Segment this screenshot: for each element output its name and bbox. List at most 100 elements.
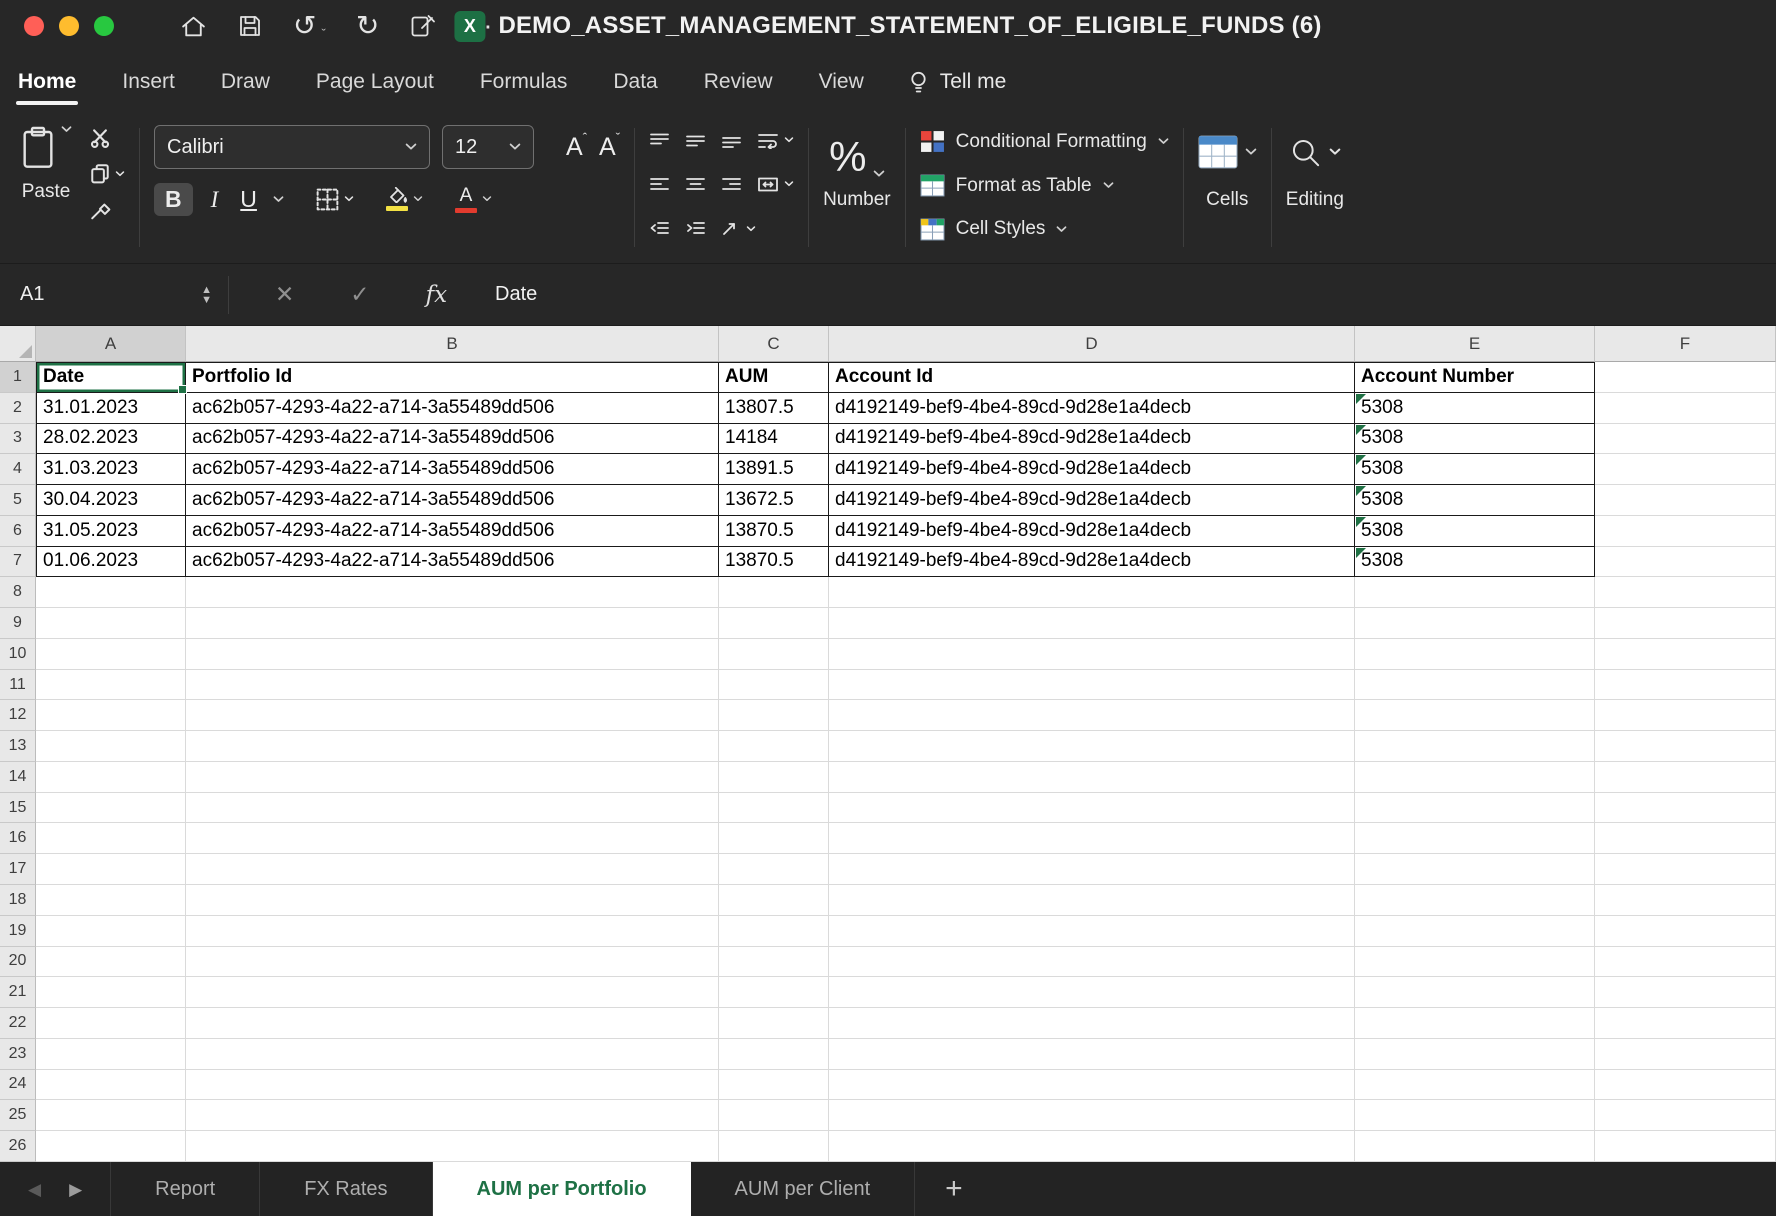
cell-B2[interactable]: ac62b057-4293-4a22-a714-3a55489dd506 <box>186 393 719 424</box>
cell-F2[interactable] <box>1595 393 1776 424</box>
cell-D15[interactable] <box>829 793 1355 824</box>
row-header-20[interactable]: 20 <box>0 947 36 978</box>
row-header-21[interactable]: 21 <box>0 977 36 1008</box>
sheet-tab-fx-rates[interactable]: FX Rates <box>260 1162 432 1216</box>
cell-F10[interactable] <box>1595 639 1776 670</box>
ribbon-tab-data[interactable]: Data <box>611 52 659 112</box>
minimize-window-button[interactable] <box>59 16 79 36</box>
cancel-entry-button[interactable]: ✕ <box>275 281 294 308</box>
cell-E6[interactable]: 5308 <box>1355 516 1595 547</box>
home-icon[interactable] <box>180 13 207 40</box>
zoom-window-button[interactable] <box>94 16 114 36</box>
accept-entry-button[interactable]: ✓ <box>350 281 369 308</box>
cell-A16[interactable] <box>36 823 186 854</box>
paste-button[interactable]: Paste <box>20 124 72 203</box>
column-header-C[interactable]: C <box>719 326 829 362</box>
decrease-indent-button[interactable] <box>649 220 670 237</box>
ribbon-tab-page-layout[interactable]: Page Layout <box>314 52 436 112</box>
cell-F20[interactable] <box>1595 947 1776 978</box>
borders-button[interactable] <box>316 188 354 211</box>
cell-F19[interactable] <box>1595 916 1776 947</box>
align-left-button[interactable] <box>649 176 670 193</box>
cell-A17[interactable] <box>36 854 186 885</box>
wrap-text-button[interactable] <box>757 132 794 149</box>
cell-E13[interactable] <box>1355 731 1595 762</box>
sheet-tab-aum-per-client[interactable]: AUM per Client <box>691 1162 916 1216</box>
cell-C18[interactable] <box>719 885 829 916</box>
cell-D13[interactable] <box>829 731 1355 762</box>
cell-B8[interactable] <box>186 577 719 608</box>
cell-C17[interactable] <box>719 854 829 885</box>
column-header-A[interactable]: A <box>36 326 186 362</box>
font-size-select[interactable]: 12 <box>442 125 534 169</box>
row-header-9[interactable]: 9 <box>0 608 36 639</box>
row-header-24[interactable]: 24 <box>0 1070 36 1101</box>
cell-B13[interactable] <box>186 731 719 762</box>
row-header-25[interactable]: 25 <box>0 1100 36 1131</box>
cell-D20[interactable] <box>829 947 1355 978</box>
cell-E14[interactable] <box>1355 762 1595 793</box>
cell-D3[interactable]: d4192149-bef9-4be4-89cd-9d28e1a4decb <box>829 424 1355 455</box>
cell-B17[interactable] <box>186 854 719 885</box>
cell-E21[interactable] <box>1355 977 1595 1008</box>
cell-D8[interactable] <box>829 577 1355 608</box>
cell-B19[interactable] <box>186 916 719 947</box>
cell-F13[interactable] <box>1595 731 1776 762</box>
row-header-16[interactable]: 16 <box>0 823 36 854</box>
fill-color-button[interactable] <box>386 187 423 211</box>
column-header-B[interactable]: B <box>186 326 719 362</box>
cell-F1[interactable] <box>1595 362 1776 393</box>
cell-A1[interactable]: Date <box>36 362 186 393</box>
cell-C23[interactable] <box>719 1039 829 1070</box>
cell-A6[interactable]: 31.05.2023 <box>36 516 186 547</box>
cell-C22[interactable] <box>719 1008 829 1039</box>
editing-button[interactable] <box>1289 126 1341 178</box>
ribbon-tab-review[interactable]: Review <box>702 52 775 112</box>
cell-D19[interactable] <box>829 916 1355 947</box>
cell-E22[interactable] <box>1355 1008 1595 1039</box>
cell-E19[interactable] <box>1355 916 1595 947</box>
cell-E12[interactable] <box>1355 700 1595 731</box>
cell-B26[interactable] <box>186 1131 719 1162</box>
cell-F14[interactable] <box>1595 762 1776 793</box>
cell-D22[interactable] <box>829 1008 1355 1039</box>
cell-E9[interactable] <box>1355 608 1595 639</box>
cell-C8[interactable] <box>719 577 829 608</box>
cell-C19[interactable] <box>719 916 829 947</box>
ribbon-tab-draw[interactable]: Draw <box>219 52 272 112</box>
align-middle-button[interactable] <box>685 132 706 149</box>
row-header-12[interactable]: 12 <box>0 700 36 731</box>
cell-A8[interactable] <box>36 577 186 608</box>
cell-D17[interactable] <box>829 854 1355 885</box>
sheet-nav-right-icon[interactable]: ▶ <box>69 1181 82 1198</box>
row-header-11[interactable]: 11 <box>0 670 36 701</box>
row-header-5[interactable]: 5 <box>0 485 36 516</box>
increase-indent-button[interactable] <box>685 220 706 237</box>
add-sheet-button[interactable]: + <box>915 1162 993 1216</box>
cell-styles-button[interactable]: Cell Styles <box>920 207 1068 251</box>
cell-F8[interactable] <box>1595 577 1776 608</box>
cell-B4[interactable]: ac62b057-4293-4a22-a714-3a55489dd506 <box>186 454 719 485</box>
close-window-button[interactable] <box>24 16 44 36</box>
cell-D24[interactable] <box>829 1070 1355 1101</box>
cell-A19[interactable] <box>36 916 186 947</box>
cell-E8[interactable] <box>1355 577 1595 608</box>
font-name-select[interactable]: Calibri <box>154 125 430 169</box>
cell-A20[interactable] <box>36 947 186 978</box>
cell-C10[interactable] <box>719 639 829 670</box>
cell-B23[interactable] <box>186 1039 719 1070</box>
cell-D6[interactable]: d4192149-bef9-4be4-89cd-9d28e1a4decb <box>829 516 1355 547</box>
cell-F11[interactable] <box>1595 670 1776 701</box>
cell-D2[interactable]: d4192149-bef9-4be4-89cd-9d28e1a4decb <box>829 393 1355 424</box>
cell-F7[interactable] <box>1595 547 1776 578</box>
row-header-3[interactable]: 3 <box>0 424 36 455</box>
increase-font-size-button[interactable]: Aˆ <box>566 135 587 160</box>
cell-C14[interactable] <box>719 762 829 793</box>
cell-B22[interactable] <box>186 1008 719 1039</box>
cell-F18[interactable] <box>1595 885 1776 916</box>
merge-center-button[interactable] <box>757 176 794 193</box>
cell-F12[interactable] <box>1595 700 1776 731</box>
cell-A3[interactable]: 28.02.2023 <box>36 424 186 455</box>
cell-C3[interactable]: 14184 <box>719 424 829 455</box>
cell-D4[interactable]: d4192149-bef9-4be4-89cd-9d28e1a4decb <box>829 454 1355 485</box>
